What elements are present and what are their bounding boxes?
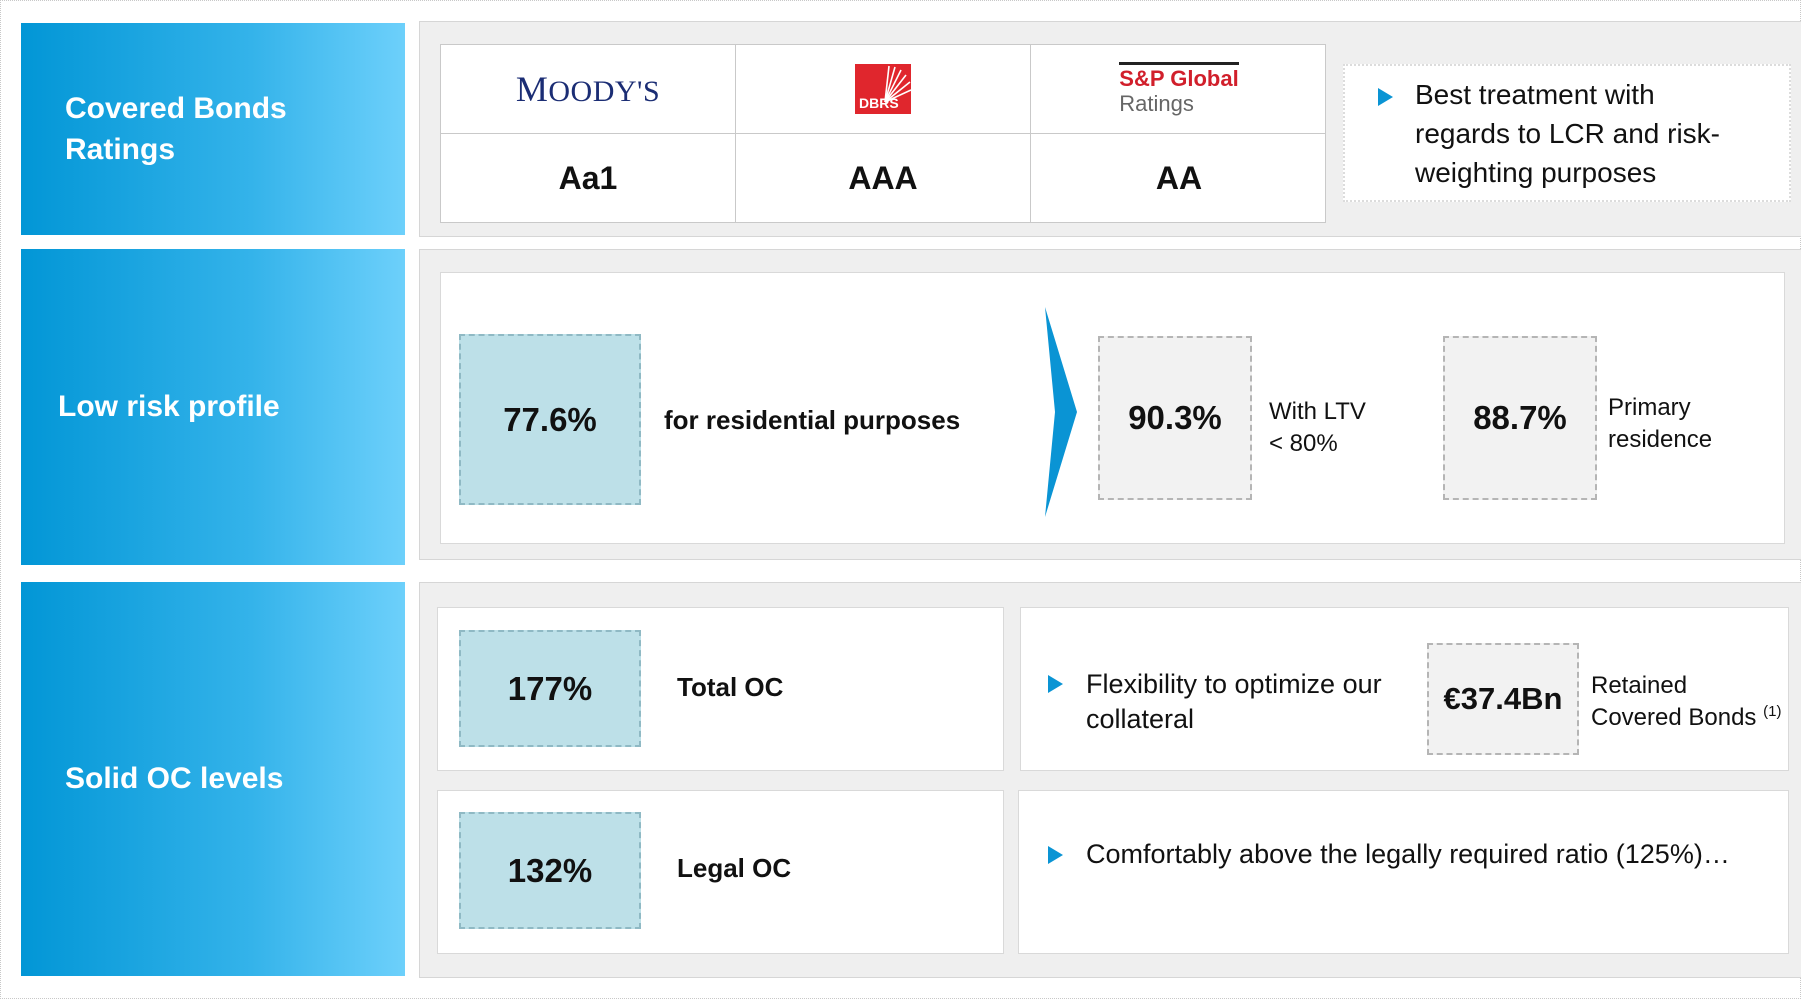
dbrs-logo-icon: DBRS bbox=[855, 64, 911, 114]
residential-label: for residential purposes bbox=[664, 405, 961, 435]
ratings-note: Best treatment with regards to LCR and r… bbox=[1415, 79, 1721, 189]
ratings-title: Covered Bonds Ratings bbox=[65, 91, 287, 166]
flexibility-text: Flexibility to optimize our collateral bbox=[1086, 669, 1382, 735]
retained-label: Retained Covered Bonds (1) bbox=[1591, 672, 1782, 732]
primary-label: Primary residence bbox=[1608, 394, 1713, 454]
ratings-table: MOODY'S DBRS S&P Global Ratings Aa1 AAA … bbox=[440, 44, 1326, 223]
chevron-arrow-icon bbox=[1045, 307, 1077, 517]
risk-title: Low risk profile bbox=[58, 390, 280, 424]
residential-value-tile: 77.6% bbox=[459, 334, 641, 505]
retained-value-tile: €37.4Bn bbox=[1427, 643, 1579, 755]
dbrs-grade: AAA bbox=[848, 159, 918, 196]
primary-value-tile: 88.7% bbox=[1443, 336, 1597, 500]
oc-section-label: Solid OC levels bbox=[21, 582, 405, 976]
bullet-arrow-icon bbox=[1048, 675, 1063, 693]
total-oc-label: Total OC bbox=[677, 672, 784, 702]
bullet-arrow-icon bbox=[1048, 846, 1063, 864]
sp-grade: AA bbox=[1155, 159, 1203, 196]
moodys-logo: MOODY'S bbox=[515, 69, 661, 109]
ratings-section-label: Covered Bonds Ratings bbox=[21, 23, 405, 235]
ltv-value-tile: 90.3% bbox=[1098, 336, 1252, 500]
comfort-text: Comfortably above the legally required r… bbox=[1086, 839, 1730, 869]
legal-oc-label: Legal OC bbox=[677, 853, 792, 883]
ratings-note-card: Best treatment with regards to LCR and r… bbox=[1343, 64, 1791, 202]
risk-section-label: Low risk profile bbox=[21, 249, 405, 565]
oc-title: Solid OC levels bbox=[65, 762, 284, 796]
bullet-arrow-icon bbox=[1378, 88, 1393, 106]
dbrs-logo: DBRS bbox=[736, 45, 1030, 133]
legal-oc-tile: 132% bbox=[459, 812, 641, 929]
svg-text:DBRS: DBRS bbox=[859, 95, 899, 111]
total-oc-tile: 177% bbox=[459, 630, 641, 747]
ltv-label: With LTV < 80% bbox=[1269, 398, 1366, 458]
sp-global-logo: S&P Global Ratings bbox=[1031, 45, 1327, 133]
moodys-grade: Aa1 bbox=[558, 159, 618, 196]
